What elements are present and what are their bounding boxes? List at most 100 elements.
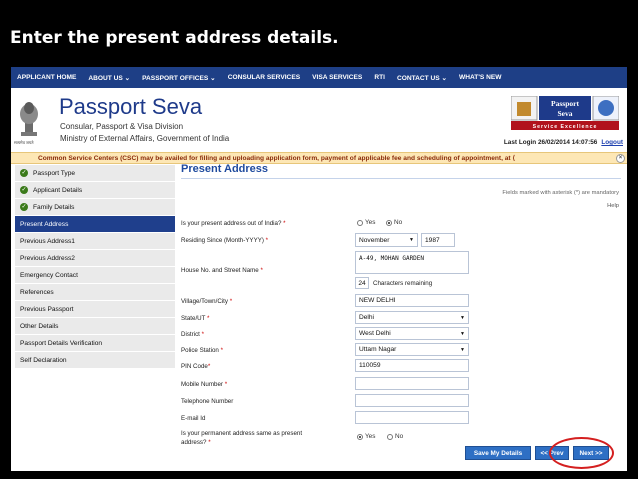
required-mark: * — [229, 298, 233, 305]
village-label: Village/Town/City * — [181, 298, 232, 305]
sidebar-item-label: Other Details — [20, 322, 59, 330]
help-link[interactable]: Help — [607, 203, 619, 209]
form-panel: Present Address Fields marked with aster… — [181, 163, 621, 463]
nav-item[interactable]: VISA SERVICES — [312, 74, 362, 81]
sidebar-item[interactable]: Present Address — [15, 216, 175, 233]
slide-title: Enter the present address details. — [10, 28, 339, 48]
sidebar-item[interactable]: Other Details — [15, 318, 175, 335]
required-mark: * — [201, 331, 205, 338]
radio-icon — [357, 433, 363, 440]
sidebar-item[interactable]: Passport Details Verification — [15, 335, 175, 352]
check-icon: ✓ — [20, 186, 28, 194]
logout-link[interactable]: Logout — [601, 139, 623, 146]
radio-icon — [357, 219, 363, 226]
sidebar-item[interactable]: Self Declaration — [15, 352, 175, 369]
input-value: 1987 — [425, 236, 440, 244]
chevron-down-icon: ▼ — [409, 237, 414, 243]
district-text: District — [181, 331, 200, 338]
police-text: Police Station — [181, 347, 219, 354]
residing-since-label: Residing Since (Month-YYYY) * — [181, 237, 268, 244]
sidebar-item-label: Self Declaration — [20, 356, 67, 364]
nav-item[interactable]: CONSULAR SERVICES — [228, 74, 300, 81]
police-label: Police Station * — [181, 347, 223, 354]
logo-line-2: Seva — [558, 109, 573, 118]
required-mark: * — [208, 439, 211, 446]
email-label: E-mail Id — [181, 415, 206, 422]
site-header: सत्यमेव जयते Passport Seva Consular, Pas… — [11, 88, 627, 152]
residing-since-text: Residing Since (Month-YYYY) — [181, 237, 264, 244]
state-text: State/UT — [181, 315, 206, 322]
sidebar-item[interactable]: ✓ Family Details — [15, 199, 175, 216]
mobile-text: Mobile Number — [181, 381, 223, 388]
sidebar-item[interactable]: Previous Passport — [15, 301, 175, 318]
police-select[interactable]: Uttam Nagar ▼ — [355, 343, 469, 356]
sidebar-item[interactable]: ✓ Applicant Details — [15, 182, 175, 199]
chars-remaining-label: Characters remaining — [373, 280, 433, 287]
nav-item[interactable]: PASSPORT OFFICES ⌄ — [142, 74, 216, 82]
brand-subtitle-1: Consular, Passport & Visa Division — [60, 122, 184, 131]
top-nav: APPLICANT HOME ABOUT US ⌄ PASSPORT OFFICES… — [11, 67, 627, 88]
residing-year-input[interactable]: 1987 — [421, 233, 455, 247]
radio-icon — [386, 219, 392, 226]
select-value: West Delhi — [359, 330, 391, 337]
input-value: NEW DELHI — [359, 297, 396, 304]
email-input[interactable] — [355, 411, 469, 424]
sidebar-item-label: References — [20, 288, 54, 296]
sidebar-item[interactable]: Previous Address1 — [15, 233, 175, 250]
sidebar-item[interactable]: Previous Address2 — [15, 250, 175, 267]
permanent-yes[interactable]: Yes — [357, 433, 375, 440]
out-of-india-text: Is your present address out of India? — [181, 220, 282, 227]
brand-title[interactable]: Passport Seva — [59, 94, 202, 120]
out-of-india-no[interactable]: No — [386, 219, 402, 226]
sidebar: ✓ Passport Type ✓ Applicant Details ✓ Family … — [15, 165, 175, 369]
chars-remaining-box: 24 — [355, 277, 369, 289]
sidebar-item[interactable]: References — [15, 284, 175, 301]
nav-item[interactable]: ABOUT US ⌄ — [88, 74, 130, 82]
pin-text: PIN Code — [181, 363, 208, 370]
sidebar-item[interactable]: ✓ Passport Type — [15, 165, 175, 182]
sidebar-item-label: Applicant Details — [33, 186, 83, 194]
telephone-input[interactable] — [355, 394, 469, 407]
permanent-text-2: address? — [181, 439, 207, 446]
page-title: Present Address — [181, 163, 621, 179]
state-select[interactable]: Delhi ▼ — [355, 311, 469, 324]
national-emblem-icon — [20, 102, 38, 136]
house-text: House No. and Street Name — [181, 267, 259, 274]
sidebar-item-label: Emergency Contact — [20, 271, 78, 279]
select-value: Uttam Nagar — [359, 346, 397, 353]
sidebar-item-label: Passport Details Verification — [20, 339, 103, 347]
select-value: Delhi — [359, 314, 375, 321]
pin-input[interactable]: 110059 — [355, 359, 469, 372]
logo-tagline: Service Excellence — [533, 124, 598, 130]
nav-item[interactable]: APPLICANT HOME — [17, 74, 76, 81]
radio-label: No — [394, 219, 403, 226]
radio-label: Yes — [365, 433, 376, 440]
permanent-no[interactable]: No — [387, 433, 403, 440]
mobile-label: Mobile Number * — [181, 381, 227, 388]
nav-item[interactable]: RTI — [374, 74, 385, 81]
required-mark: * — [207, 363, 211, 370]
district-select[interactable]: West Delhi ▼ — [355, 327, 469, 340]
required-mark: * — [265, 237, 269, 244]
sidebar-item-label: Family Details — [33, 203, 75, 211]
village-input[interactable]: NEW DELHI — [355, 294, 469, 307]
required-mark: * — [260, 267, 263, 274]
village-text: Village/Town/City — [181, 298, 228, 305]
input-value: 110059 — [359, 362, 381, 369]
out-of-india-yes[interactable]: Yes — [357, 219, 375, 226]
check-icon: ✓ — [20, 169, 28, 177]
nav-item[interactable]: CONTACT US ⌄ — [397, 74, 447, 82]
residing-month-select[interactable]: November ▼ — [355, 233, 418, 247]
required-mark: * — [220, 347, 223, 354]
house-textarea[interactable]: A-49, MOHAN GARDEN — [355, 251, 469, 274]
last-login-text: Last Login 26/02/2014 14:07:56 — [503, 139, 598, 146]
mobile-input[interactable] — [355, 377, 469, 390]
save-details-button[interactable]: Save My Details — [465, 446, 531, 460]
mandatory-note: Fields marked with asterisk (*) are mand… — [502, 190, 619, 196]
nav-item[interactable]: WHAT'S NEW — [459, 74, 501, 81]
close-icon[interactable]: × — [616, 154, 625, 163]
sidebar-item[interactable]: Emergency Contact — [15, 267, 175, 284]
chevron-down-icon: ▼ — [460, 330, 465, 337]
select-value: November — [359, 236, 390, 244]
highlight-circle — [549, 437, 614, 469]
